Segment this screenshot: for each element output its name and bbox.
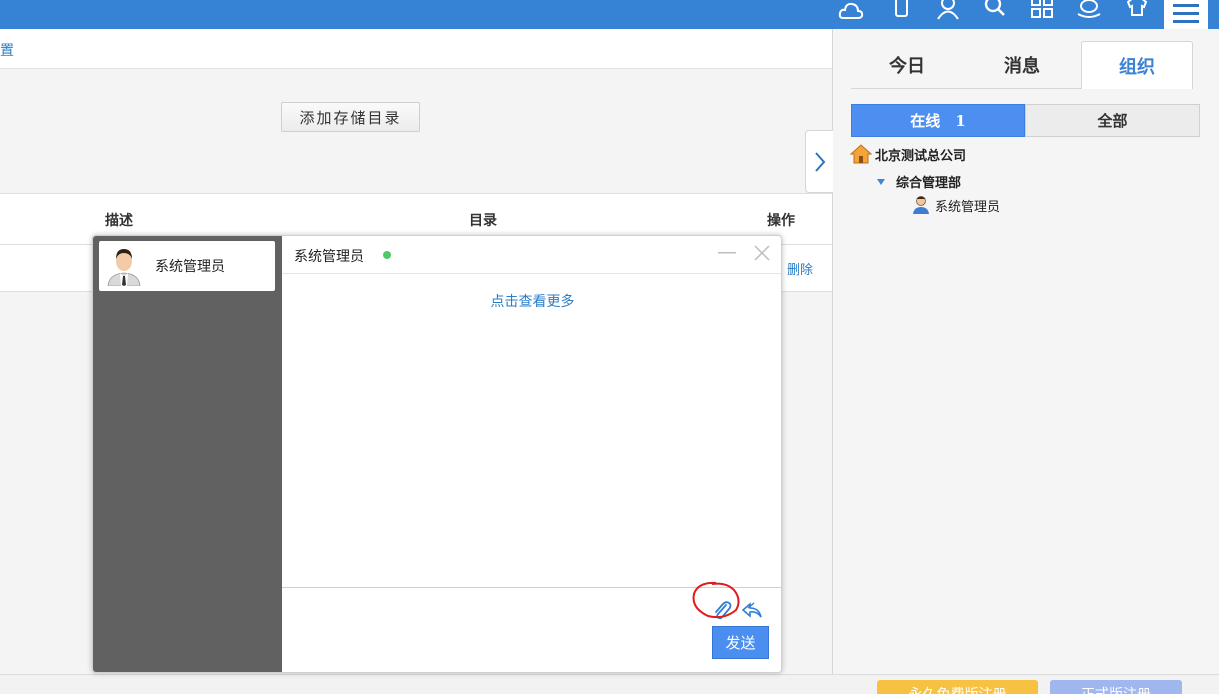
breadcrumb: 置 bbox=[0, 29, 832, 69]
tree-company-label: 北京测试总公司 bbox=[875, 148, 967, 164]
tree-node-company[interactable]: 北京测试总公司 bbox=[850, 144, 966, 164]
chat-header: 系统管理员 bbox=[282, 236, 781, 274]
add-storage-dir-button[interactable]: 添加存储目录 bbox=[281, 102, 420, 132]
column-header-action: 操作 bbox=[767, 213, 795, 229]
org-panel: 今日 消息 组织 在线 1 全部 北京测试总公司 综合管理部 系统管理员 bbox=[832, 29, 1219, 674]
tree-department-label: 综合管理部 bbox=[896, 176, 962, 191]
minimize-icon[interactable] bbox=[717, 241, 737, 265]
chevron-right-icon bbox=[814, 151, 825, 172]
contact-item[interactable]: 系统管理员 bbox=[99, 241, 275, 291]
send-button[interactable]: 发送 bbox=[712, 626, 769, 659]
chat-contact-list: 系统管理员 bbox=[93, 236, 282, 672]
tab-today[interactable]: 今日 bbox=[851, 41, 963, 89]
view-more-link[interactable]: 点击查看更多 bbox=[282, 291, 781, 311]
user-icon[interactable] bbox=[933, 0, 963, 22]
column-header-directory: 目录 bbox=[469, 213, 497, 229]
tab-messages[interactable]: 消息 bbox=[966, 41, 1078, 89]
chat-title: 系统管理员 bbox=[294, 249, 364, 265]
tree-node-department[interactable]: 综合管理部 bbox=[876, 172, 961, 191]
reply-emoji-icon[interactable] bbox=[741, 600, 763, 622]
tab-organization[interactable]: 组织 bbox=[1081, 41, 1193, 89]
breadcrumb-link[interactable]: 置 bbox=[0, 40, 14, 60]
collapse-panel-button[interactable] bbox=[805, 130, 833, 193]
hat-icon[interactable] bbox=[1074, 0, 1104, 22]
home-icon bbox=[850, 144, 872, 164]
chat-window: 系统管理员 系统管理员 点击查看更多 发送 bbox=[92, 235, 782, 673]
mobile-icon[interactable] bbox=[886, 0, 916, 22]
annotation-circle bbox=[692, 581, 740, 619]
cloud-icon[interactable] bbox=[836, 0, 866, 22]
avatar bbox=[107, 249, 141, 286]
user-avatar-icon bbox=[913, 196, 929, 214]
column-header-description: 描述 bbox=[105, 213, 133, 229]
tree-node-user[interactable]: 系统管理员 bbox=[912, 195, 1000, 215]
close-icon[interactable] bbox=[751, 241, 773, 265]
hamburger-menu-icon[interactable] bbox=[1164, 0, 1208, 29]
search-icon[interactable] bbox=[980, 0, 1010, 22]
online-status-dot bbox=[383, 251, 391, 259]
tree-user-label: 系统管理员 bbox=[935, 199, 1001, 215]
all-filter-button[interactable]: 全部 bbox=[1025, 104, 1200, 137]
official-register-button[interactable]: 正式版注册 bbox=[1050, 680, 1182, 694]
shirt-icon[interactable] bbox=[1122, 0, 1152, 22]
online-filter-button[interactable]: 在线 1 bbox=[851, 104, 1025, 137]
contact-name: 系统管理员 bbox=[155, 259, 225, 275]
grid-icon[interactable] bbox=[1027, 0, 1057, 22]
expand-arrow-icon[interactable] bbox=[876, 177, 886, 187]
delete-link[interactable]: 删除 bbox=[787, 259, 813, 278]
free-register-button[interactable]: 永久免费版注册 bbox=[877, 680, 1038, 694]
